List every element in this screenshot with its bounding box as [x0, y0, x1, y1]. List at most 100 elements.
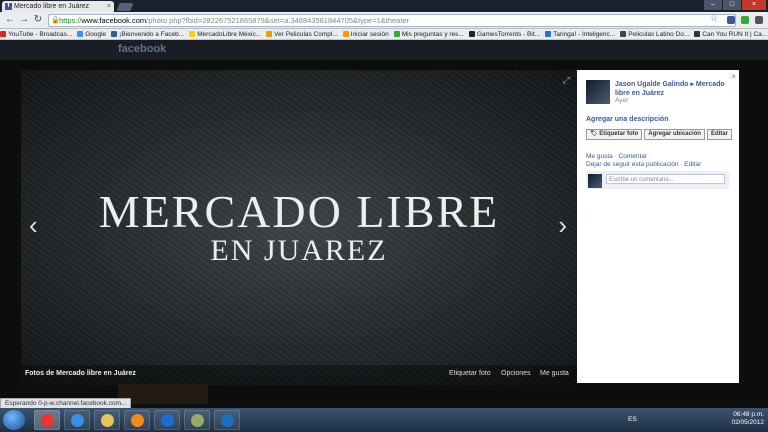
- clock-date: 02/05/2012: [731, 419, 764, 426]
- forward-button[interactable]: →: [18, 14, 30, 26]
- system-clock[interactable]: 06:48 p.m. 02/05/2012: [731, 411, 764, 427]
- previous-photo-icon[interactable]: ‹: [29, 212, 38, 238]
- photo-viewer[interactable]: MERCADO LIBRE EN JUAREZ ‹ › ⤢: [21, 70, 577, 385]
- clock-time: 06:48 p.m.: [733, 411, 764, 418]
- lock-icon: 🔒: [51, 17, 60, 24]
- bookmark-item[interactable]: Peliculas Latino Do...: [620, 30, 690, 39]
- taskbar-media-player-button[interactable]: [124, 410, 150, 430]
- like-link[interactable]: Me gusta: [586, 153, 613, 160]
- tab-title: Mercado libre en Juárez: [14, 3, 90, 10]
- photo-text-line2: EN JUAREZ: [210, 234, 388, 267]
- taskbar-wmp-button[interactable]: [154, 410, 180, 430]
- bookmark-item[interactable]: MercadoLibre Méxic...: [189, 30, 262, 39]
- url-path: /photo.php?fbid=282267521865879&set=a.34…: [146, 16, 410, 25]
- comment-input[interactable]: Escribe un comentario...: [606, 174, 725, 184]
- minimize-button[interactable]: –: [704, 0, 722, 10]
- bookmark-label: Google: [85, 31, 107, 38]
- next-photo-icon[interactable]: ›: [558, 212, 567, 238]
- maximize-button[interactable]: □: [723, 0, 741, 10]
- comment-link[interactable]: Comentar: [619, 153, 648, 160]
- browser-toolbar: ← → ↻ 🔒 https://www.facebook.com/photo.p…: [0, 12, 768, 29]
- bookmark-favicon-icon: [694, 31, 701, 37]
- wmp-icon: [161, 414, 174, 427]
- bookmark-favicon-icon: [545, 31, 552, 37]
- url-scheme: https://: [59, 16, 82, 25]
- bookmark-label: Peliculas Latino Do...: [628, 31, 690, 38]
- bookmark-favicon-icon: [393, 31, 400, 37]
- photo-text-line1: MERCADO LIBRE: [98, 186, 500, 237]
- photo-footer: Fotos de Mercado libre en Juárez Etiquet…: [21, 365, 577, 385]
- hp-icon: [221, 414, 234, 427]
- bookmark-label: YouTube - Broadcas...: [8, 31, 73, 38]
- bookmark-item[interactable]: Taringa! - Inteligenc...: [545, 30, 615, 39]
- post-timestamp[interactable]: Ayer: [615, 97, 628, 104]
- fullscreen-icon[interactable]: ⤢: [563, 75, 570, 86]
- album-link[interactable]: Fotos de Mercado libre en Juárez: [25, 370, 136, 377]
- avatar[interactable]: [586, 80, 610, 104]
- start-button[interactable]: [3, 410, 25, 430]
- back-button[interactable]: ←: [4, 14, 16, 26]
- close-window-button[interactable]: ×: [742, 0, 766, 10]
- add-description-link[interactable]: Agregar una descripción: [586, 116, 668, 123]
- bookmark-star-icon[interactable]: ☆: [710, 13, 718, 24]
- paint-icon: [191, 414, 204, 427]
- bookmark-item[interactable]: Google: [77, 30, 107, 39]
- window-controls: – □ ×: [704, 0, 766, 12]
- ie-icon: [71, 414, 84, 427]
- tag-photo-link[interactable]: Etiquetar foto: [449, 370, 491, 377]
- facebook-logo: facebook: [118, 43, 167, 55]
- close-icon[interactable]: ×: [731, 72, 736, 81]
- page-content: facebook MERCADO LIBRE EN JUAREZ ‹ › ⤢ F…: [0, 40, 768, 407]
- taskbar-paint-button[interactable]: [184, 410, 210, 430]
- explorer-icon: [101, 414, 114, 427]
- tab-strip: f Mercado libre en Juárez × – □ ×: [0, 0, 768, 12]
- tab-close-icon[interactable]: ×: [107, 1, 111, 12]
- url-host: www.facebook.com: [81, 16, 147, 25]
- taskbar-explorer-button[interactable]: [94, 410, 120, 430]
- taskbar-chrome-button[interactable]: [34, 410, 60, 430]
- tag-photo-button[interactable]: 🏷 Etiquetar foto: [586, 129, 643, 140]
- bookmark-label: ¡Bienvenido a Faceb...: [119, 31, 185, 38]
- interaction-links: Me gusta · Comentar · Dejar de seguir es…: [586, 153, 702, 168]
- bookmark-label: MercadoLibre Méxic...: [197, 31, 262, 38]
- wrench-menu-icon[interactable]: [755, 16, 763, 24]
- add-location-button[interactable]: Agregar ubicación: [644, 129, 705, 140]
- edit-button[interactable]: Editar: [706, 129, 732, 140]
- bookmark-label: Iniciar sesión: [350, 31, 389, 38]
- bookmark-favicon-icon: [189, 31, 196, 37]
- bookmark-item[interactable]: YouTube - Broadcas...: [0, 30, 73, 39]
- bookmark-item[interactable]: ¡Bienvenido a Faceb...: [111, 30, 185, 39]
- extension-icon[interactable]: [727, 16, 735, 24]
- edit-link[interactable]: Editar: [684, 161, 701, 168]
- bookmark-item[interactable]: Ver Peliculas Compl...: [266, 30, 338, 39]
- browser-tab[interactable]: f Mercado libre en Juárez ×: [2, 1, 114, 12]
- bookmark-favicon-icon: [620, 31, 627, 37]
- bookmark-favicon-icon: [111, 31, 118, 37]
- comment-box: Escribe un comentario...: [586, 171, 729, 189]
- bookmark-favicon-icon: [77, 31, 84, 37]
- like-link[interactable]: Me gusta: [540, 370, 569, 377]
- bookmark-item[interactable]: Can You RUN It | Ca...: [694, 30, 767, 39]
- bookmark-item[interactable]: Mis preguntas y res...: [393, 30, 464, 39]
- photo-action-buttons: 🏷 Etiquetar foto Agregar ubicación Edita…: [586, 129, 732, 140]
- facebook-favicon-icon: f: [5, 3, 12, 10]
- unfollow-link[interactable]: Dejar de seguir esta publicación: [586, 161, 679, 168]
- options-link[interactable]: Opciones: [501, 370, 531, 377]
- bookmark-favicon-icon: [468, 31, 475, 37]
- bookmark-item[interactable]: Iniciar sesión: [342, 30, 389, 39]
- bookmark-label: Ver Peliculas Compl...: [274, 31, 338, 38]
- taskbar-ie-button[interactable]: [64, 410, 90, 430]
- media-player-icon: [131, 414, 144, 427]
- photo-sidebar: × Jason Ugalde Galindo ▸ Mercado libre e…: [577, 70, 739, 383]
- bookmarks-bar: YouTube - Broadcas... Google ¡Bienvenido a…: [0, 29, 768, 40]
- owner-name-link[interactable]: Jason Ugalde Galindo ▸ Mercado libre en …: [615, 80, 725, 98]
- reload-button[interactable]: ↻: [32, 14, 44, 26]
- bookmark-item[interactable]: GamesTorrents - Bit...: [468, 30, 541, 39]
- new-tab-button[interactable]: [116, 3, 134, 11]
- bookmark-favicon-icon: [342, 31, 349, 37]
- taskbar-hp-button[interactable]: [214, 410, 240, 430]
- extension-icon[interactable]: [741, 16, 749, 24]
- address-bar[interactable]: 🔒 https://www.facebook.com/photo.php?fbi…: [48, 14, 736, 27]
- bookmark-label: GamesTorrents - Bit...: [476, 31, 541, 38]
- language-indicator[interactable]: ES: [628, 416, 637, 423]
